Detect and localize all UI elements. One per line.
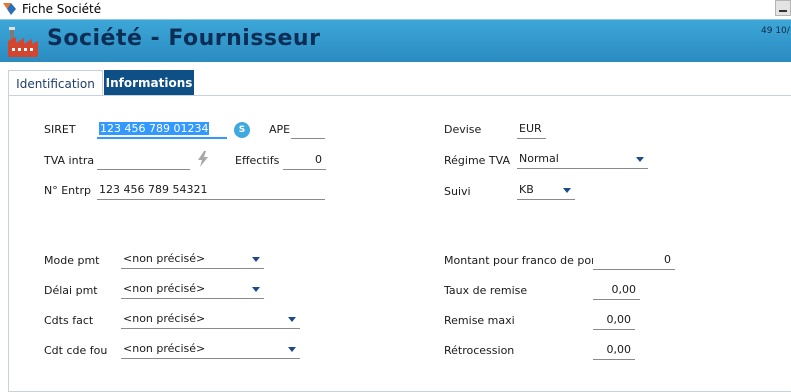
- devise-label: Devise: [444, 123, 482, 136]
- cdt-cde-fou-dropdown[interactable]: <non précisé>: [121, 341, 300, 359]
- cdts-fact-value: <non précisé>: [123, 312, 206, 325]
- tva-intra-field[interactable]: [97, 152, 190, 170]
- chevron-down-icon: [563, 188, 571, 193]
- cdt-cde-fou-label: Cdt cde fou: [44, 344, 108, 357]
- page-header: Société - Fournisseur 49 10/: [0, 19, 791, 62]
- tab-informations[interactable]: Informations: [104, 70, 194, 96]
- minimize-button[interactable]: [775, 0, 791, 16]
- cdts-fact-dropdown[interactable]: <non précisé>: [121, 311, 300, 329]
- regime-tva-dropdown[interactable]: Normal: [517, 151, 648, 169]
- chevron-down-icon: [252, 257, 260, 262]
- siret-field[interactable]: 123 456 789 01234: [97, 121, 227, 139]
- title-bar: Fiche Société: [0, 0, 791, 19]
- n-entrp-field[interactable]: 123 456 789 54321: [97, 182, 325, 200]
- ape-field[interactable]: [291, 121, 325, 139]
- app-logo-icon: [3, 3, 16, 15]
- page-title: Société - Fournisseur: [47, 26, 321, 51]
- chevron-down-icon: [252, 287, 260, 292]
- siret-value: 123 456 789 01234: [99, 122, 210, 135]
- remise-maxi-field[interactable]: 0,00: [593, 312, 635, 330]
- cdt-cde-fou-value: <non précisé>: [123, 342, 206, 355]
- siret-lookup-button[interactable]: S: [234, 122, 250, 138]
- mode-pmt-value: <non précisé>: [123, 252, 206, 265]
- factory-icon: [8, 27, 38, 57]
- tva-intra-label: TVA intra: [44, 154, 95, 167]
- devise-field[interactable]: EUR: [517, 121, 546, 139]
- mode-pmt-dropdown[interactable]: <non précisé>: [121, 251, 264, 269]
- suivi-value: KB: [519, 183, 534, 196]
- effectifs-field[interactable]: 0: [283, 152, 326, 170]
- ape-label: APE: [269, 123, 291, 136]
- cdts-fact-label: Cdts fact: [44, 314, 94, 327]
- suivi-dropdown[interactable]: KB: [517, 182, 575, 200]
- delai-pmt-label: Délai pmt: [44, 284, 98, 297]
- taux-remise-field[interactable]: 0,00: [593, 282, 640, 300]
- franco-label: Montant pour franco de port: [444, 254, 600, 267]
- retrocession-field[interactable]: 0,00: [593, 342, 635, 360]
- window-title: Fiche Société: [22, 2, 102, 16]
- chevron-down-icon: [636, 157, 644, 162]
- regime-tva-value: Normal: [519, 152, 559, 165]
- suivi-label: Suivi: [444, 185, 471, 198]
- lightning-icon[interactable]: [197, 151, 209, 167]
- retrocession-label: Rétrocession: [444, 344, 515, 357]
- mode-pmt-label: Mode pmt: [44, 254, 100, 267]
- taux-remise-label: Taux de remise: [444, 284, 528, 297]
- n-entrp-label: N° Entrp: [44, 184, 91, 197]
- record-info: 49 10/: [761, 26, 790, 36]
- remise-maxi-label: Remise maxi: [444, 314, 515, 327]
- regime-tva-label: Régime TVA: [444, 154, 510, 167]
- franco-field[interactable]: 0: [593, 252, 675, 270]
- delai-pmt-value: <non précisé>: [123, 282, 206, 295]
- delai-pmt-dropdown[interactable]: <non précisé>: [121, 281, 264, 299]
- effectifs-label: Effectifs: [235, 154, 280, 167]
- chevron-down-icon: [288, 347, 296, 352]
- siret-label: SIRET: [44, 123, 76, 136]
- tab-identification[interactable]: Identification: [8, 70, 103, 96]
- chevron-down-icon: [288, 317, 296, 322]
